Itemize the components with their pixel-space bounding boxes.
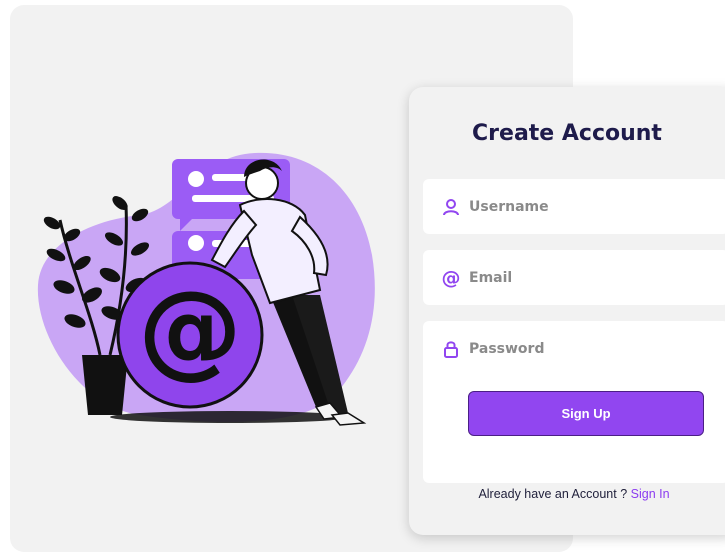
email-field[interactable]: @ (423, 250, 725, 305)
signup-card: Create Account @ Sign Up Already have an… (409, 87, 725, 535)
signin-prompt: Already have an Account ? Sign In (409, 487, 725, 501)
lock-icon (441, 339, 461, 359)
svg-text:@: @ (138, 268, 242, 390)
at-icon: @ (441, 266, 461, 289)
form-title: Create Account (472, 121, 662, 146)
email-signup-illustration: @ (37, 152, 375, 426)
email-input[interactable] (469, 269, 709, 286)
password-input[interactable] (469, 341, 709, 357)
password-section: Sign Up (423, 321, 725, 483)
signup-button[interactable]: Sign Up (468, 391, 704, 436)
username-input[interactable] (469, 198, 709, 215)
footer-text: Already have an Account ? (478, 487, 628, 501)
username-field[interactable] (423, 179, 725, 234)
user-icon (441, 197, 461, 217)
signin-link[interactable]: Sign In (631, 487, 670, 501)
